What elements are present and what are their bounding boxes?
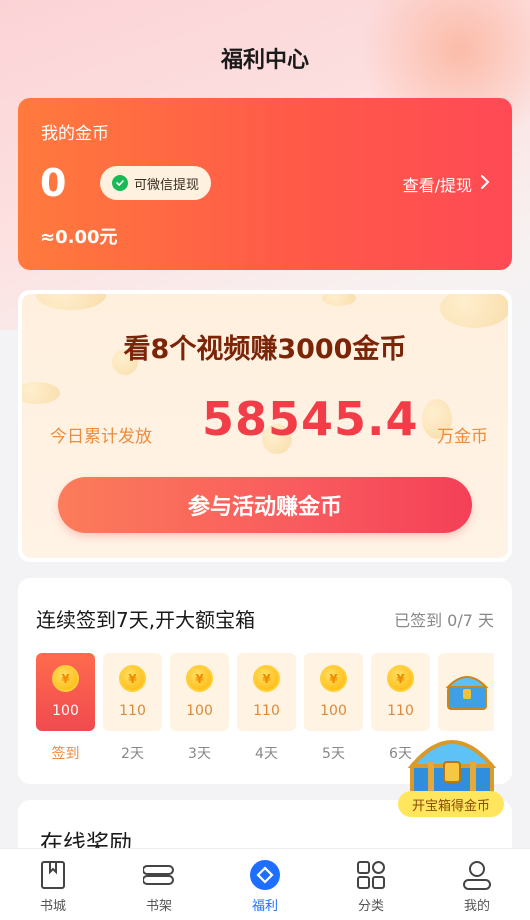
category-icon [355, 859, 387, 891]
sign-in-title: 连续签到7天,开大额宝箱 [36, 608, 256, 632]
profile-icon [461, 859, 493, 891]
day-reward: 110 [253, 703, 280, 719]
day-label: 4天 [255, 746, 278, 762]
decorative-coin [440, 294, 508, 328]
book-icon [37, 859, 69, 891]
coin-icon: ¥ [253, 665, 280, 692]
coin-rmb-value: ≈0.00元 [40, 227, 118, 248]
decorative-coin [22, 382, 60, 404]
coin-icon: ¥ [186, 665, 213, 692]
sign-in-day-chest[interactable] [438, 653, 494, 731]
promo-number: 58545.4 [202, 392, 419, 446]
tab-profile[interactable]: 我的 [424, 849, 530, 920]
tab-label: 福利 [251, 899, 278, 914]
decorative-coin [322, 294, 356, 306]
coin-icon: ¥ [320, 665, 347, 692]
sign-in-status: 已签到 0/7 天 [394, 611, 494, 630]
earn-coins-button[interactable]: 参与活动赚金币 [58, 477, 472, 533]
day-label: 2天 [121, 746, 144, 762]
coin-card: 我的金币 0 可微信提现 查看/提现 ≈0.00元 [18, 98, 512, 270]
tab-welfare[interactable]: 福利 [212, 849, 318, 920]
coin-icon: ¥ [52, 665, 79, 692]
tab-category[interactable]: 分类 [318, 849, 424, 920]
day-reward: 100 [320, 703, 347, 719]
view-withdraw-link[interactable]: 查看/提现 [403, 172, 490, 196]
coin-icon: ¥ [387, 665, 414, 692]
tab-label: 书城 [39, 899, 66, 914]
bookshelf-icon [143, 859, 175, 891]
promo-left-label: 今日累计发放 [50, 427, 152, 447]
tab-label: 我的 [463, 899, 490, 914]
sign-in-day[interactable]: ¥100 3天 [170, 653, 229, 763]
sign-in-day[interactable]: ¥110 4天 [237, 653, 296, 763]
decorative-coin [36, 294, 106, 310]
day-label: 5天 [322, 746, 345, 762]
coin-icon: ¥ [119, 665, 146, 692]
wechat-withdraw-badge[interactable]: 可微信提现 [100, 166, 212, 200]
sign-in-day[interactable]: ¥110 2天 [103, 653, 162, 763]
wechat-icon [112, 175, 128, 191]
tab-label: 书架 [145, 899, 172, 914]
treasure-chest-icon [445, 676, 489, 710]
tab-bookshelf[interactable]: 书架 [106, 849, 212, 920]
day-reward: 110 [119, 703, 146, 719]
tab-bookstore[interactable]: 书城 [0, 849, 106, 920]
day-label: 签到 [51, 746, 80, 762]
chevron-right-icon [480, 174, 490, 194]
welfare-icon [249, 859, 281, 891]
day-reward: 100 [186, 703, 213, 719]
promo-title: 看8个视频赚3000金币 [123, 334, 407, 365]
view-withdraw-label: 查看/提现 [402, 176, 472, 195]
day-reward: 100 [52, 703, 79, 719]
day-reward: 110 [387, 703, 414, 719]
page-title: 福利中心 [220, 48, 309, 73]
promo-unit-label: 万金币 [437, 427, 488, 447]
promo-card: 看8个视频赚3000金币 今日累计发放 58545.4 万金币 参与活动赚金币 [18, 290, 512, 562]
sign-in-day[interactable]: ¥100 签到 [36, 653, 95, 763]
bottom-tab-bar: 书城 书架 福利 分类 我的 [0, 848, 530, 920]
day-label: 3天 [188, 746, 211, 762]
wechat-withdraw-label: 可微信提现 [134, 177, 200, 193]
open-chest-badge[interactable]: 开宝箱得金币 [398, 791, 504, 817]
tab-label: 分类 [357, 899, 384, 914]
sign-in-day[interactable]: ¥100 5天 [304, 653, 363, 763]
coin-card-title: 我的金币 [41, 124, 109, 144]
coin-amount: 0 [40, 161, 67, 205]
